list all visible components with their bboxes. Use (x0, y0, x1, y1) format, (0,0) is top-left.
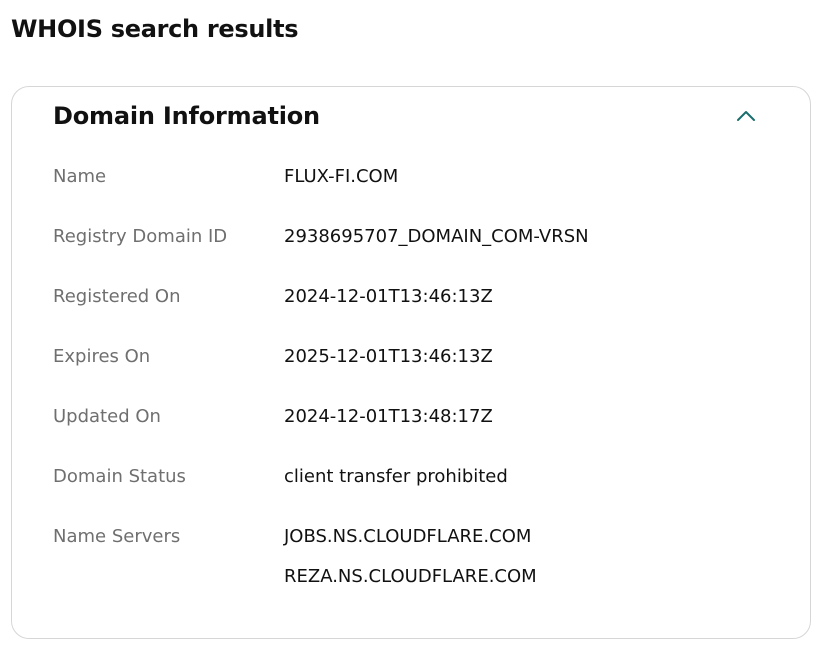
updated-on-value: 2024-12-01T13:48:17Z (284, 406, 493, 427)
name-servers-label: Name Servers (53, 526, 181, 547)
updated-on-label: Updated On (53, 406, 161, 427)
info-row-updated-on: Updated On 2024-12-01T13:48:17Z (53, 403, 773, 463)
name-server-item: REZA.NS.CLOUDFLARE.COM (284, 566, 537, 587)
collapse-toggle-button[interactable] (729, 101, 763, 131)
domain-info-list: Name FLUX-FI.COM Registry Domain ID 2938… (53, 163, 773, 587)
info-row-registered-on: Registered On 2024-12-01T13:46:13Z (53, 283, 773, 343)
name-value: FLUX-FI.COM (284, 166, 399, 187)
info-row-name-servers: Name Servers JOBS.NS.CLOUDFLARE.COM REZA… (53, 523, 773, 587)
registry-domain-id-label: Registry Domain ID (53, 226, 228, 247)
expires-on-label: Expires On (53, 346, 151, 367)
card-header[interactable]: Domain Information (12, 87, 810, 147)
domain-status-value: client transfer prohibited (284, 466, 508, 487)
registered-on-value: 2024-12-01T13:46:13Z (284, 286, 493, 307)
registered-on-label: Registered On (53, 286, 181, 307)
info-row-name: Name FLUX-FI.COM (53, 163, 773, 223)
domain-information-card: Domain Information Name FLUX-FI.COM Regi… (11, 86, 811, 639)
domain-status-label: Domain Status (53, 466, 186, 487)
page-title: WHOIS search results (11, 15, 299, 43)
chevron-up-icon (737, 111, 755, 121)
name-label: Name (53, 166, 107, 187)
card-title: Domain Information (53, 102, 320, 130)
name-servers-list: JOBS.NS.CLOUDFLARE.COM REZA.NS.CLOUDFLAR… (284, 523, 537, 603)
registry-domain-id-value: 2938695707_DOMAIN_COM-VRSN (284, 226, 589, 247)
expires-on-value: 2025-12-01T13:46:13Z (284, 346, 493, 367)
info-row-domain-status: Domain Status client transfer prohibited (53, 463, 773, 523)
name-server-item: JOBS.NS.CLOUDFLARE.COM (284, 526, 532, 547)
info-row-registry-domain-id: Registry Domain ID 2938695707_DOMAIN_COM… (53, 223, 773, 283)
info-row-expires-on: Expires On 2025-12-01T13:46:13Z (53, 343, 773, 403)
